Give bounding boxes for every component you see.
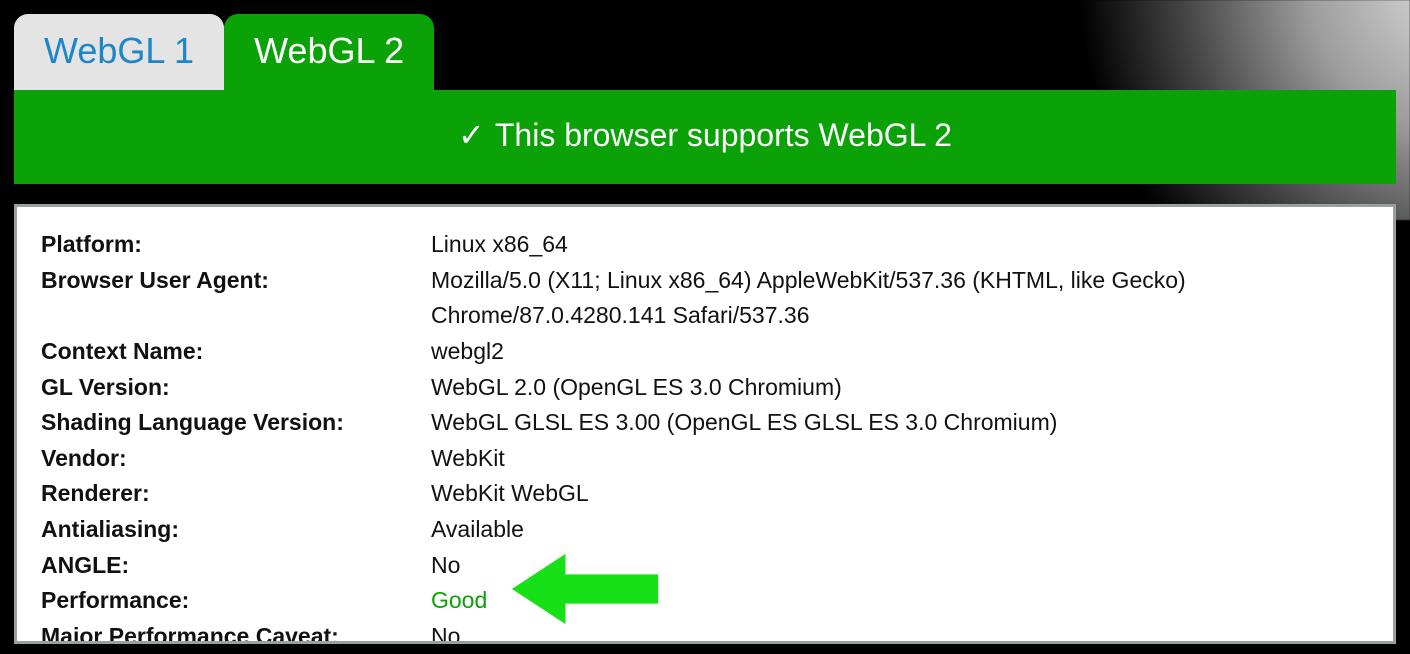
label-shading-language: Shading Language Version: [41,405,431,441]
value-shading-language: WebGL GLSL ES 3.00 (OpenGL ES GLSL ES 3.… [431,405,1369,441]
value-performance: Good [431,583,1369,619]
row-platform: Platform: Linux x86_64 [41,227,1369,263]
row-performance-caveat: Major Performance Caveat: No [41,619,1369,644]
banner-text: This browser supports WebGL 2 [495,117,952,153]
value-angle: No [431,548,1369,584]
value-gl-version: WebGL 2.0 (OpenGL ES 3.0 Chromium) [431,370,1369,406]
row-shading-language: Shading Language Version: WebGL GLSL ES … [41,405,1369,441]
value-performance-caveat: No [431,619,1369,644]
label-user-agent: Browser User Agent: [41,263,431,299]
label-performance-caveat: Major Performance Caveat: [41,619,431,644]
value-context-name: webgl2 [431,334,1369,370]
label-renderer: Renderer: [41,476,431,512]
value-platform: Linux x86_64 [431,227,1369,263]
row-vendor: Vendor: WebKit [41,441,1369,477]
label-gl-version: GL Version: [41,370,431,406]
value-vendor: WebKit [431,441,1369,477]
label-performance: Performance: [41,583,431,619]
row-performance: Performance: Good [41,583,1369,619]
label-angle: ANGLE: [41,548,431,584]
tab-webgl2[interactable]: WebGL 2 [224,14,434,90]
label-context-name: Context Name: [41,334,431,370]
tab-bar: WebGL 1 WebGL 2 [14,0,1396,90]
row-gl-version: GL Version: WebGL 2.0 (OpenGL ES 3.0 Chr… [41,370,1369,406]
value-renderer: WebKit WebGL [431,476,1369,512]
info-panel: Platform: Linux x86_64 Browser User Agen… [14,204,1396,644]
row-angle: ANGLE: No [41,548,1369,584]
support-banner: ✓ This browser supports WebGL 2 [14,90,1396,184]
check-icon: ✓ [458,117,485,153]
page-container: WebGL 1 WebGL 2 ✓ This browser supports W… [0,0,1410,644]
row-context-name: Context Name: webgl2 [41,334,1369,370]
value-antialiasing: Available [431,512,1369,548]
value-user-agent: Mozilla/5.0 (X11; Linux x86_64) AppleWeb… [431,263,1369,334]
label-vendor: Vendor: [41,441,431,477]
row-antialiasing: Antialiasing: Available [41,512,1369,548]
label-platform: Platform: [41,227,431,263]
label-antialiasing: Antialiasing: [41,512,431,548]
row-user-agent: Browser User Agent: Mozilla/5.0 (X11; Li… [41,263,1369,334]
row-renderer: Renderer: WebKit WebGL [41,476,1369,512]
tab-webgl1[interactable]: WebGL 1 [14,14,224,90]
